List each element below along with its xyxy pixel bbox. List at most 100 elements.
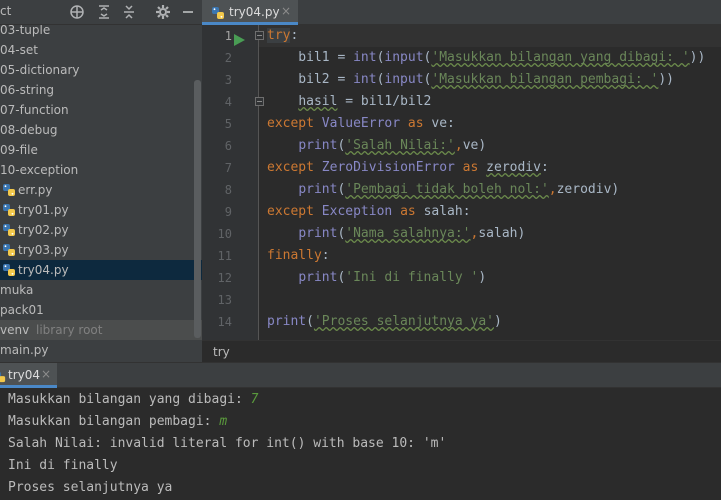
expand-all-icon[interactable]	[96, 4, 112, 20]
code-token: bil2 =	[267, 72, 354, 87]
project-tree-item[interactable]: main.py	[0, 340, 202, 360]
project-tree-item[interactable]: muka	[0, 280, 202, 300]
python-file-icon	[2, 203, 16, 217]
code-line[interactable]: bil2 = int(input('Masukkan bilangan pemb…	[267, 69, 674, 91]
code-line[interactable]: try:	[267, 25, 298, 47]
project-tree-item[interactable]: 04-set	[0, 40, 202, 60]
code-token: 'Salah Nilai:'	[345, 138, 455, 153]
code-token: :	[540, 160, 549, 175]
line-number: 9	[224, 205, 232, 219]
project-tree-item-label: 07-function	[0, 103, 69, 117]
code-token: = bil1/bil2	[337, 94, 432, 109]
code-token: 'Masukkan bilangan pembagi: '	[431, 72, 659, 87]
code-token: as	[392, 204, 424, 219]
tab-run-try04[interactable]: try04 ×	[0, 363, 57, 388]
project-tree-item[interactable]: 08-debug	[0, 120, 202, 140]
close-tab-icon[interactable]: ×	[281, 4, 291, 18]
code-token: int	[353, 72, 377, 87]
line-number: 5	[224, 117, 232, 131]
project-tree-item[interactable]: pack01	[0, 300, 202, 320]
project-tree-item[interactable]: try02.py	[0, 220, 202, 240]
project-tree-item-label: pack01	[0, 303, 44, 317]
project-tree-item[interactable]: 06-string	[0, 80, 202, 100]
code-line[interactable]: except Exception as salah:	[267, 201, 471, 223]
code-token: print	[298, 270, 338, 285]
code-line[interactable]: print('Salah Nilai:',ve)	[267, 135, 486, 157]
code-editor[interactable]: 1 2 3 4 5 6 7 8 9 10 11 12 13 14 try: bil1 = int(inpu…	[202, 25, 721, 340]
project-tree-item-label: try03.py	[18, 243, 69, 257]
project-tree-item[interactable]: 05-dictionary	[0, 60, 202, 80]
code-token: 'Pembagi tidak boleh nol:'	[345, 182, 549, 197]
project-tree-item-label: 06-string	[0, 83, 55, 97]
code-line[interactable]: print('Pembagi tidak boleh nol:',zerodiv…	[267, 179, 619, 201]
console-line: Masukkan bilangan pembagi: m	[8, 411, 227, 433]
close-tab-icon[interactable]: ×	[41, 367, 51, 381]
console-line: Masukkan bilangan yang dibagi: 7	[8, 389, 258, 411]
project-scrollbar[interactable]	[194, 80, 201, 338]
python-file-icon	[2, 263, 16, 277]
code-line[interactable]: except ZeroDivisionError as zerodiv:	[267, 157, 549, 179]
code-token: print	[298, 182, 338, 197]
project-tree-item[interactable]: try04.py	[0, 260, 202, 280]
console-text: Proses selanjutnya ya	[8, 480, 173, 495]
minimize-icon[interactable]	[180, 4, 196, 20]
line-number: 8	[224, 183, 232, 197]
crosshair-icon[interactable]	[69, 4, 85, 20]
project-tree-item[interactable]: 10-exception	[0, 160, 202, 180]
code-token: :	[321, 248, 330, 263]
code-line[interactable]: print('Proses selanjutnya ya')	[267, 311, 502, 333]
code-line[interactable]: except ValueError as ve:	[267, 113, 455, 135]
code-line[interactable]: print('Nama salahnya:',salah)	[267, 223, 525, 245]
python-file-icon	[211, 5, 225, 19]
console-line: Proses selanjutnya ya	[8, 477, 172, 499]
project-tree-item-label: 05-dictionary	[0, 63, 80, 77]
code-token: ve)	[462, 138, 487, 153]
code-line[interactable]: print('Ini di finally ')	[267, 267, 486, 289]
project-tree-item[interactable]: try01.py	[0, 200, 202, 220]
project-panel-title[interactable]: ct	[0, 4, 11, 18]
tab-try04-py[interactable]: try04.py ×	[202, 0, 298, 25]
code-token: 'Nama salahnya:'	[345, 226, 471, 241]
console-text: Ini di finally	[8, 458, 118, 473]
breadcrumb-item[interactable]: try	[213, 345, 230, 359]
code-token: as	[454, 160, 487, 175]
line-number: 10	[217, 227, 232, 241]
project-tree-item-label: try04.py	[18, 263, 69, 277]
code-token: except	[267, 204, 322, 219]
code-token: try	[267, 28, 291, 43]
code-token: int	[353, 50, 377, 65]
code-token: input	[384, 72, 424, 87]
code-token: 'Proses selanjutnya ya'	[313, 314, 494, 329]
collapse-all-icon[interactable]	[121, 4, 137, 20]
project-tree-item[interactable]: 07-function	[0, 100, 202, 120]
code-line[interactable]: hasil = bil1/bil2	[267, 91, 431, 113]
code-token: ,	[548, 182, 557, 197]
project-tree-item[interactable]: 09-file	[0, 140, 202, 160]
run-icon[interactable]	[233, 31, 245, 46]
run-console-output[interactable]: Masukkan bilangan yang dibagi: 7 Masukkan…	[0, 388, 721, 500]
project-tree-item[interactable]: try03.py	[0, 240, 202, 260]
code-token: :	[290, 28, 299, 43]
python-file-icon	[2, 243, 16, 257]
fold-icon[interactable]	[255, 97, 264, 106]
code-token: (	[306, 314, 314, 329]
code-token: 'Ini di finally '	[345, 270, 479, 285]
console-user-input: m	[219, 414, 228, 429]
project-tree-item[interactable]: err.py	[0, 180, 202, 200]
project-tree-item-label: venv	[0, 323, 30, 337]
code-token: 'Masukkan bilangan yang dibagi: '	[431, 50, 690, 65]
code-token: as	[400, 116, 432, 131]
console-text: Masukkan bilangan yang dibagi:	[8, 392, 251, 407]
code-token: ,	[454, 138, 463, 153]
fold-icon[interactable]	[255, 31, 264, 40]
breadcrumb: try	[202, 340, 721, 362]
code-line[interactable]: finally:	[267, 245, 330, 267]
project-tree-item-label: 10-exception	[0, 163, 79, 177]
project-tree-item[interactable]: venv library root	[0, 320, 202, 340]
line-number: 6	[224, 139, 232, 153]
code-line[interactable]: bil1 = int(input('Masukkan bilangan yang…	[267, 47, 705, 69]
gear-icon[interactable]	[155, 4, 171, 20]
code-token: ValueError	[321, 116, 401, 131]
project-tree-item-label: try01.py	[18, 203, 69, 217]
